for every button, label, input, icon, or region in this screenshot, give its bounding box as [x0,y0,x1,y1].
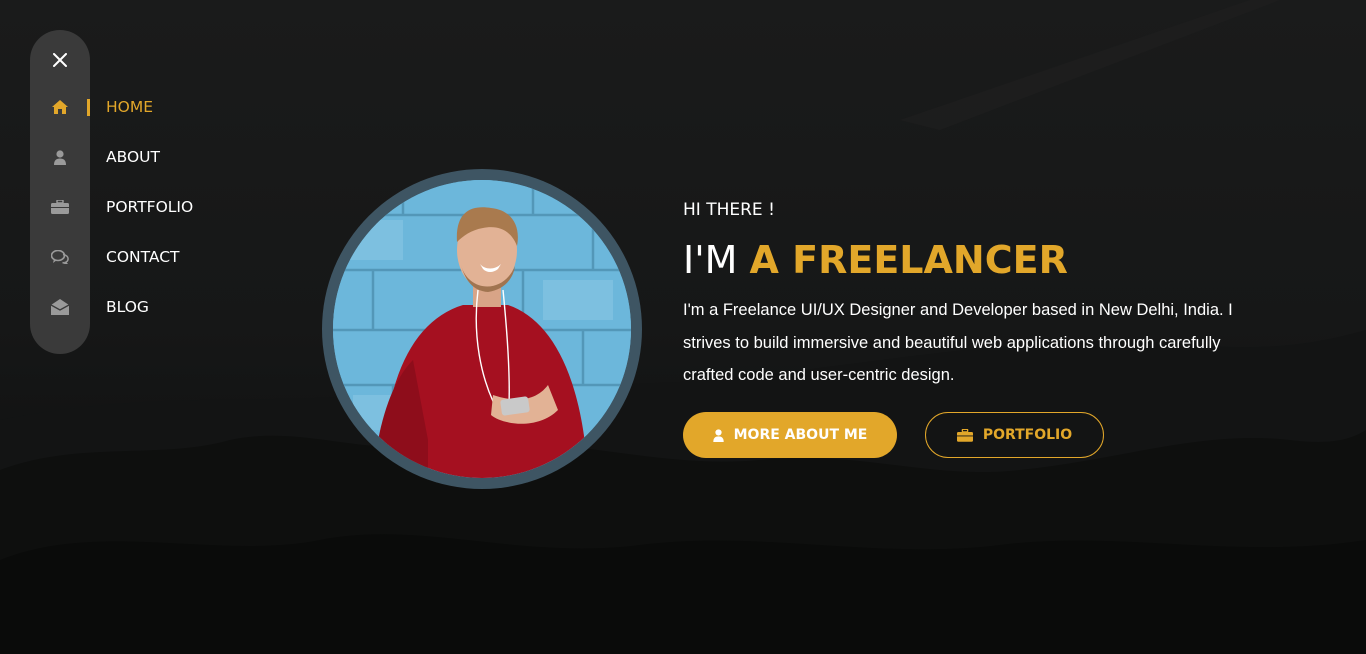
portfolio-button-label: PORTFOLIO [982,427,1073,443]
page-title: I'M A FREELANCER [683,236,1068,284]
nav-item-label: BLOG [106,298,149,316]
nav-item-blog[interactable]: BLOG [30,287,230,327]
headline-prefix: I'M [683,238,750,282]
user-icon [712,428,724,442]
nav-item-home[interactable]: HOME [30,87,230,127]
avatar [333,180,631,478]
briefcase-icon [30,187,90,227]
headline-role: A FREELANCER [749,238,1068,282]
envelope-open-icon [30,287,90,327]
more-about-me-label: MORE ABOUT ME [733,427,868,443]
user-icon [30,137,90,177]
portfolio-button[interactable]: PORTFOLIO [925,412,1104,458]
close-icon [53,53,67,67]
nav-item-label: PORTFOLIO [106,198,194,216]
nav-item-label: ABOUT [106,148,160,166]
greeting-text: HI THERE ! [683,200,775,220]
bio-paragraph: I'm a Freelance UI/UX Designer and Devel… [683,301,1233,384]
nav-item-contact[interactable]: CONTACT [30,237,230,277]
nav-item-label: HOME [106,98,154,116]
nav-item-about[interactable]: ABOUT [30,137,230,177]
home-icon [30,87,90,127]
close-menu-button[interactable] [30,40,90,80]
more-about-me-button[interactable]: MORE ABOUT ME [683,412,897,458]
briefcase-icon [956,428,973,442]
chat-icon [30,237,90,277]
nav-item-label: CONTACT [106,248,180,266]
nav-item-portfolio[interactable]: PORTFOLIO [30,187,230,227]
